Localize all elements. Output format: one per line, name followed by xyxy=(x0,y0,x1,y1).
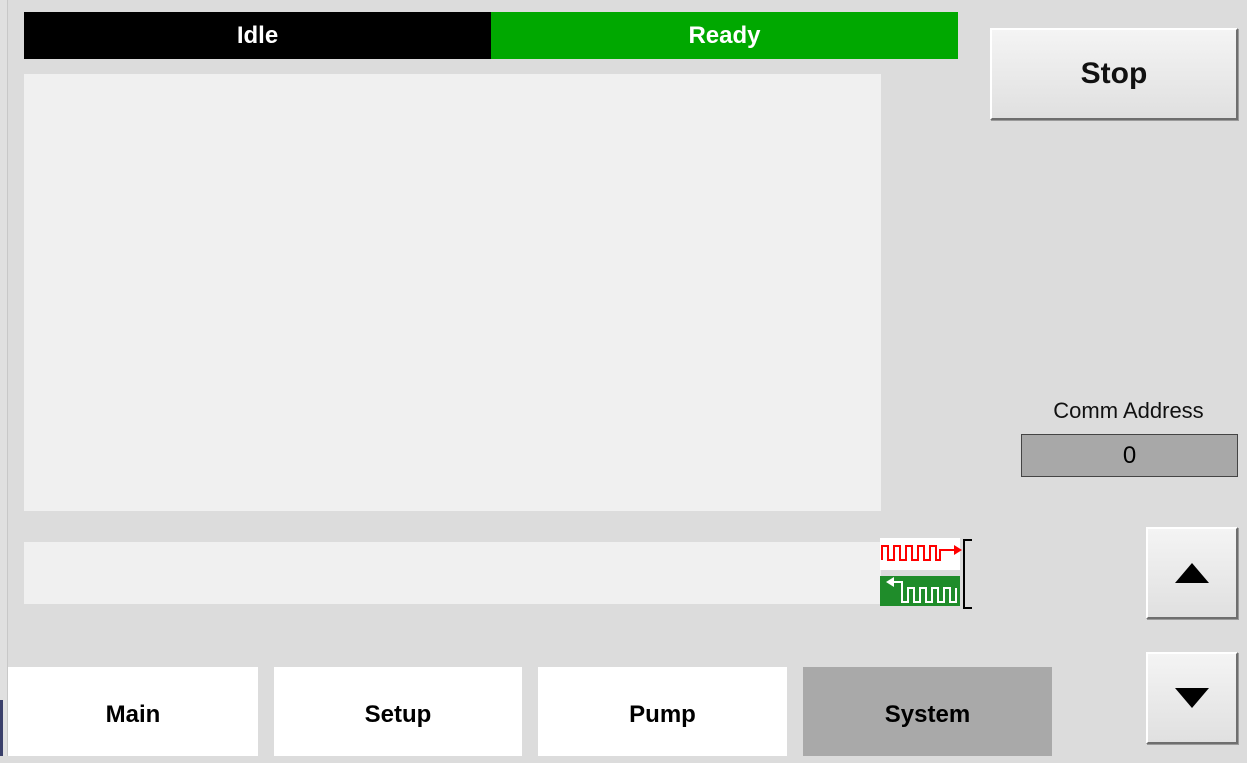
triangle-down-icon xyxy=(1175,688,1209,708)
tab-pump[interactable]: Pump xyxy=(538,667,787,756)
comm-address-label: Comm Address xyxy=(1053,398,1204,423)
main-display-panel xyxy=(24,74,881,511)
message-bar xyxy=(24,542,881,604)
left-edge-marker xyxy=(0,700,3,756)
tab-setup[interactable]: Setup xyxy=(274,667,522,756)
comm-address-value: 0 xyxy=(1021,434,1238,477)
tab-system[interactable]: System xyxy=(803,667,1052,756)
comm-tx-rx-icon xyxy=(880,538,972,609)
scroll-up-button[interactable] xyxy=(1146,527,1238,619)
status-state-banner: Ready xyxy=(491,12,958,59)
scroll-down-button[interactable] xyxy=(1146,652,1238,744)
triangle-up-icon xyxy=(1175,563,1209,583)
tab-main[interactable]: Main xyxy=(8,667,258,756)
stop-button[interactable]: Stop xyxy=(990,28,1238,120)
left-edge-strip xyxy=(0,0,8,756)
comm-activity-icon xyxy=(880,538,974,610)
status-mode-banner: Idle xyxy=(24,12,491,59)
